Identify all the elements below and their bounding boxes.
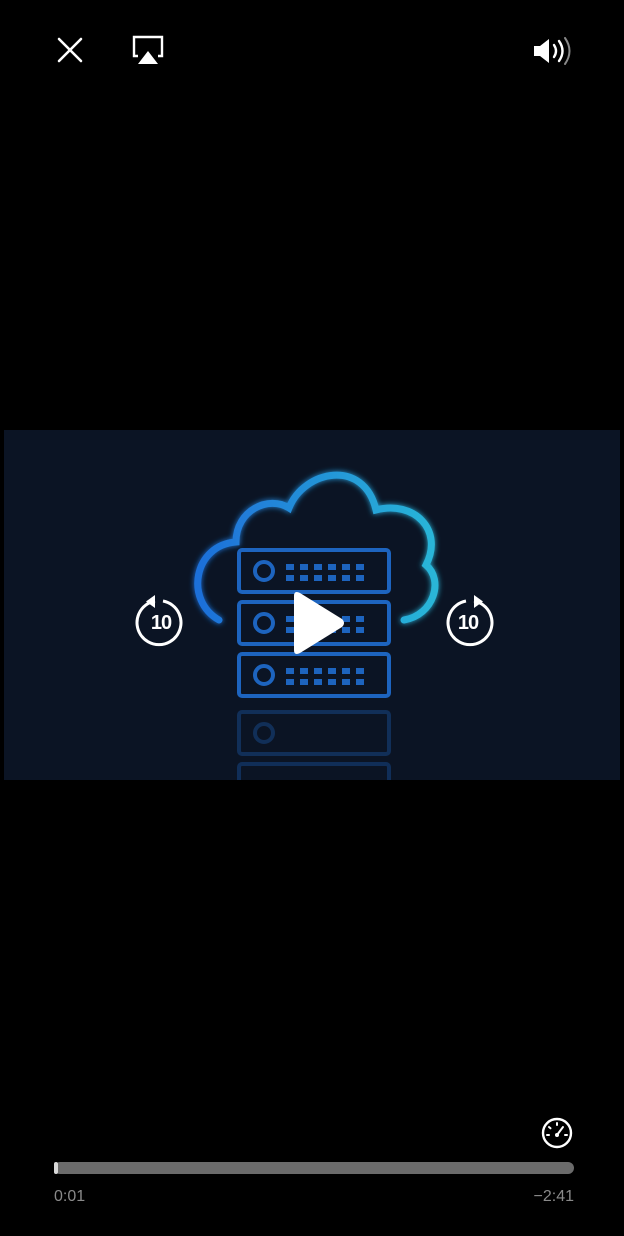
airplay-button[interactable] bbox=[126, 30, 170, 70]
skip-forward-seconds: 10 bbox=[457, 612, 479, 634]
skip-back-10-button[interactable]: 10 bbox=[133, 595, 189, 651]
play-icon bbox=[294, 592, 344, 654]
volume-button[interactable] bbox=[528, 32, 578, 70]
progress-bar[interactable] bbox=[54, 1162, 574, 1174]
close-icon bbox=[57, 37, 83, 63]
airplay-icon bbox=[132, 35, 164, 64]
skip-back-seconds: 10 bbox=[150, 612, 172, 634]
play-button[interactable] bbox=[284, 588, 348, 658]
volume-icon bbox=[534, 37, 571, 65]
skip-forward-10-button[interactable]: 10 bbox=[440, 595, 496, 651]
remaining-time: −2:41 bbox=[533, 1188, 574, 1205]
playback-speed-icon bbox=[541, 1117, 573, 1149]
playback-speed-button[interactable] bbox=[538, 1114, 576, 1152]
progress-fill bbox=[54, 1162, 59, 1174]
close-button[interactable] bbox=[50, 30, 90, 70]
video-player: 10 10 0:01 −2:41 bbox=[0, 0, 624, 1236]
elapsed-time: 0:01 bbox=[54, 1188, 86, 1205]
